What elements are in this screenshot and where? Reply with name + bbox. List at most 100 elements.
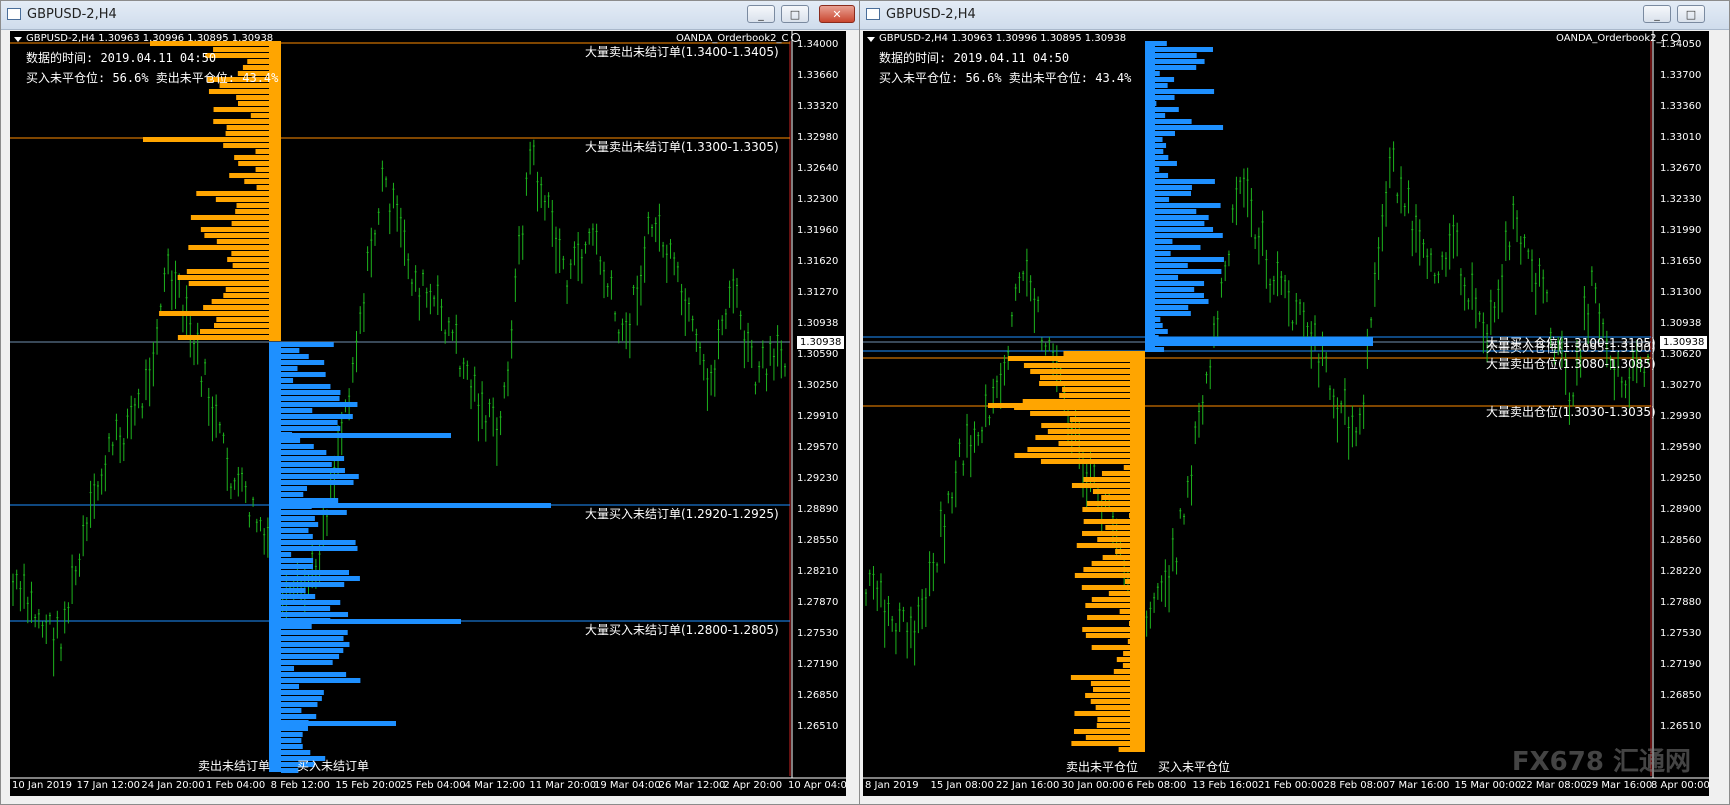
left-info-time: 数据的时间: 2019.04.11 04:50: [26, 51, 217, 65]
price-scale-label: 1.31300: [1660, 287, 1702, 298]
price-scale-label: 1.30938: [1660, 318, 1702, 329]
time-axis-label: 22 Jan 16:00: [996, 780, 1060, 791]
price-scale-label: 1.27530: [1660, 628, 1702, 639]
price-scale-label: 1.31990: [1660, 225, 1702, 236]
price-scale-label: 1.28900: [1660, 504, 1702, 515]
minimize-button[interactable]: _: [1643, 5, 1671, 23]
left-chart-window[interactable]: GBPUSD-2,H4 _ □ ✕ GBPUSD-2,H4 1.30963 1.…: [0, 0, 862, 805]
price-scale-label: 1.29910: [797, 411, 839, 422]
price-scale-label: 1.26850: [1660, 690, 1702, 701]
right-info-time: 数据的时间: 2019.04.11 04:50: [879, 51, 1070, 65]
right-annotation-2: 大量卖出仓位(1.3080-1.3085): [1486, 357, 1656, 371]
time-axis-label: 10 Jan 2019: [12, 780, 72, 791]
left-chart-area[interactable]: GBPUSD-2,H4 1.30963 1.30996 1.30895 1.30…: [10, 31, 846, 796]
chart-menu-arrow-icon[interactable]: [14, 37, 22, 42]
price-scale-label: 1.32670: [1660, 163, 1702, 174]
right-window-title: GBPUSD-2,H4: [886, 7, 976, 22]
maximize-button[interactable]: □: [781, 5, 809, 23]
price-scale-label: 1.32330: [1660, 194, 1702, 205]
price-scale-label: 1.33660: [797, 70, 839, 81]
time-axis-label: 24 Jan 20:00: [141, 780, 205, 791]
left-info-percent: 买入未平仓位: 56.6% 卖出未平仓位: 43.4%: [26, 71, 279, 85]
price-scale-label: 1.29590: [1660, 442, 1702, 453]
time-axis-label: 6 Feb 08:00: [1127, 780, 1187, 791]
time-axis-label: 7 Mar 16:00: [1389, 780, 1450, 791]
price-scale-label: 1.29930: [1660, 411, 1702, 422]
right-time-axis: 8 Jan 2019 15 Jan 08:00 22 Jan 16:00 30 Jan…: [863, 778, 1709, 796]
left-titlebar[interactable]: GBPUSD-2,H4 _ □ ✕: [1, 1, 861, 30]
price-scale-label: 1.29570: [797, 442, 839, 453]
price-scale-label: 1.26510: [1660, 721, 1702, 732]
time-axis-label: 30 Jan 00:00: [1061, 780, 1125, 791]
right-annotation-1: 大量买入仓位(1.3100-1.3105): [1486, 336, 1656, 350]
time-axis-label: 22 Mar 08:00: [1520, 780, 1587, 791]
time-axis-label: 15 Feb 20:00: [335, 780, 401, 791]
price-scale-label: 1.32300: [797, 194, 839, 205]
price-scale-label: 1.29250: [1660, 473, 1702, 484]
right-chart-header: GBPUSD-2,H4 1.30963 1.30996 1.30895 1.30…: [879, 33, 1127, 44]
time-axis-label: 29 Mar 16:00: [1585, 780, 1653, 791]
time-axis-label: 28 Feb 08:00: [1323, 780, 1390, 791]
time-axis-label: 11 Mar 20:00: [529, 780, 597, 791]
close-button[interactable]: ✕: [819, 5, 855, 23]
price-scale-label: 1.30270: [1660, 380, 1702, 391]
time-axis-label: 10 Apr 04:00: [788, 780, 846, 791]
left-time-axis: 10 Jan 2019 17 Jan 12:00 24 Jan 20:00 1 Feb…: [10, 778, 846, 796]
price-scale-label: 1.27190: [797, 659, 839, 670]
left-annotation-4: 大量买入未结订单(1.2800-1.2805): [585, 623, 779, 637]
chart-menu-arrow-icon[interactable]: [867, 37, 875, 42]
price-scale-label: 1.31960: [797, 225, 839, 236]
price-scale-label: 1.33700: [1660, 70, 1702, 81]
price-scale-label: 1.30938: [797, 318, 839, 329]
left-window-title: GBPUSD-2,H4: [27, 7, 117, 22]
price-scale-label: 1.27530: [797, 628, 839, 639]
time-axis-label: 13 Feb 16:00: [1192, 780, 1259, 791]
price-scale-label: 1.34050: [1660, 39, 1702, 50]
time-axis-label: 15 Mar 00:00: [1454, 780, 1522, 791]
time-axis-label: 8 Feb 12:00: [270, 780, 330, 791]
time-axis-label: 17 Jan 12:00: [76, 780, 140, 791]
left-sell-label: 卖出未结订单: [198, 759, 271, 773]
price-scale-label: 1.27880: [1660, 597, 1702, 608]
left-annotation-2: 大量卖出未结订单(1.3300-1.3305): [585, 140, 779, 154]
right-chart-window[interactable]: GBPUSD-2,H4 _ □ GBPUSD-2,H4 1.30963 1.30…: [859, 0, 1730, 805]
chart-window-icon: [7, 8, 21, 20]
price-scale-label: 1.30250: [797, 380, 839, 391]
right-chart-area[interactable]: GBPUSD-2,H4 1.30963 1.30996 1.30895 1.30…: [863, 31, 1709, 796]
right-sell-label: 卖出未平仓位: [1066, 760, 1139, 774]
price-scale-label: 1.33320: [797, 101, 839, 112]
minimize-button[interactable]: _: [747, 5, 775, 23]
time-axis-label: 8 Jan 2019: [865, 780, 919, 791]
price-scale-label: 1.31650: [1660, 256, 1702, 267]
left-current-price-tag: 1.30938: [797, 336, 845, 349]
chart-window-icon: [866, 8, 880, 20]
right-buy-label: 买入未平仓位: [1158, 760, 1231, 774]
price-scale-label: 1.26510: [797, 721, 839, 732]
price-scale-label: 1.28550: [797, 535, 839, 546]
price-scale-label: 1.33360: [1660, 101, 1702, 112]
time-axis-label: 19 Mar 04:00: [594, 780, 661, 791]
price-scale-label: 1.33010: [1660, 132, 1702, 143]
time-axis-label: 21 Feb 00:00: [1258, 780, 1324, 791]
price-scale-label: 1.30590: [797, 349, 839, 360]
right-titlebar[interactable]: GBPUSD-2,H4 _ □: [860, 1, 1729, 30]
price-scale-label: 1.30620: [1660, 349, 1702, 360]
price-scale-label: 1.32980: [797, 132, 839, 143]
price-scale-label: 1.28220: [1660, 566, 1702, 577]
right-current-price-tag: 1.30938: [1660, 336, 1708, 349]
price-scale-label: 1.34000: [797, 39, 839, 50]
maximize-button[interactable]: □: [1677, 5, 1705, 23]
time-axis-label: 1 Feb 04:00: [206, 780, 266, 791]
left-buy-label: 买入未结订单: [297, 759, 370, 773]
time-axis-label: 26 Mar 12:00: [658, 780, 726, 791]
right-annotation-3: 大量卖出仓位(1.3030-1.3035): [1486, 405, 1656, 419]
price-scale-label: 1.27870: [797, 597, 839, 608]
fx678-watermark-logo: FX678 汇通网: [1511, 747, 1691, 777]
right-info-percent: 买入未平仓位: 56.6% 卖出未平仓位: 43.4%: [879, 71, 1132, 85]
time-axis-label: 2 Apr 20:00: [723, 780, 783, 791]
left-annotation-3: 大量买入未结订单(1.2920-1.2925): [585, 507, 779, 521]
time-axis-label: 8 Apr 00:00: [1651, 780, 1709, 791]
price-scale-label: 1.32640: [797, 163, 839, 174]
price-scale-label: 1.28890: [797, 504, 839, 515]
left-chart-header: GBPUSD-2,H4 1.30963 1.30996 1.30895 1.30…: [26, 33, 274, 44]
